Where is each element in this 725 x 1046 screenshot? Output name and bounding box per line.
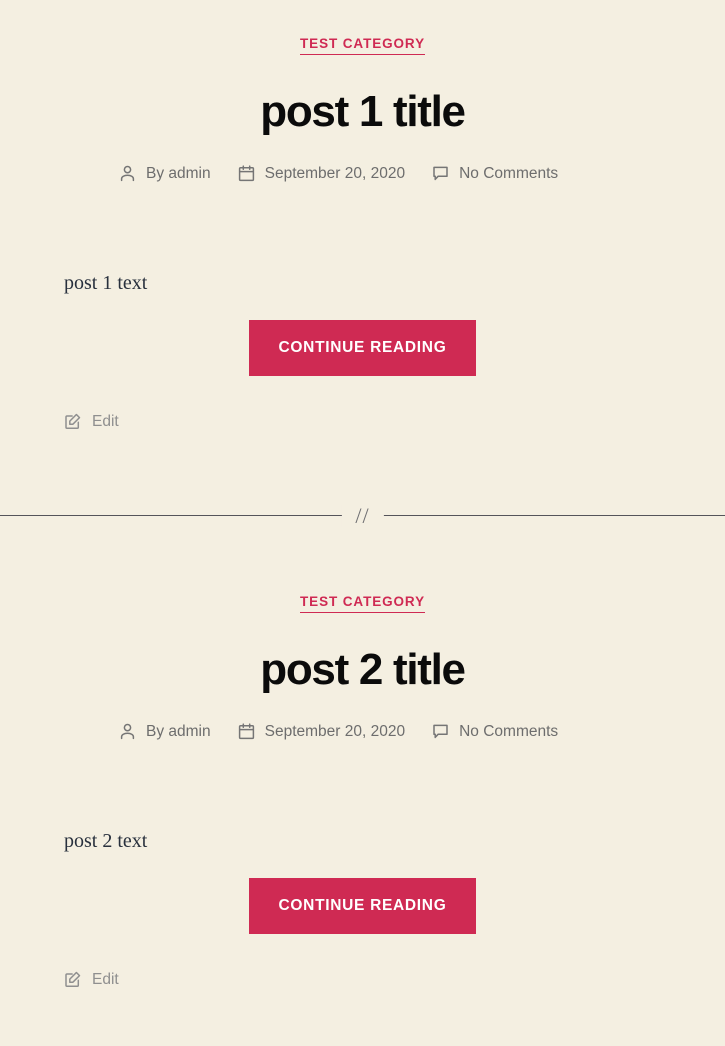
calendar-icon xyxy=(237,722,256,741)
edit-post-link[interactable]: Edit xyxy=(63,970,119,989)
person-icon xyxy=(118,722,137,741)
person-icon xyxy=(118,164,137,183)
post-title-link[interactable]: post 2 title xyxy=(260,645,466,694)
entry-content: post 1 text xyxy=(64,268,664,298)
continue-reading-wrap: Continue reading xyxy=(0,320,725,376)
edit-label[interactable]: Edit xyxy=(92,971,119,989)
post-author: By admin xyxy=(118,721,211,743)
entry-meta: By admin September 20, 2020 No Comments xyxy=(118,721,678,743)
author-label: By admin xyxy=(146,165,211,182)
separator-mark: // xyxy=(341,504,384,527)
entry-excerpt: post 1 text xyxy=(64,272,148,294)
category-links: Test Category xyxy=(0,594,725,613)
post-date: September 20, 2020 xyxy=(237,163,405,185)
comment-bubble-icon xyxy=(431,164,450,183)
page-title: post 2 title xyxy=(0,645,725,694)
post-comments: No Comments xyxy=(431,163,558,185)
entry-excerpt: post 2 text xyxy=(64,830,148,852)
continue-reading-button[interactable]: Continue reading xyxy=(248,320,477,376)
edit-post-link[interactable]: Edit xyxy=(63,412,119,431)
entry-content: post 2 text xyxy=(64,826,664,856)
continue-reading-button[interactable]: Continue reading xyxy=(248,878,477,934)
edit-label[interactable]: Edit xyxy=(92,413,119,431)
post-separator: // xyxy=(0,504,725,527)
edit-pencil-icon xyxy=(63,412,82,431)
post-date: September 20, 2020 xyxy=(237,721,405,743)
calendar-icon xyxy=(237,164,256,183)
blog-index-page: Test Category post 1 title By admin xyxy=(0,0,725,1046)
author-label: By admin xyxy=(146,723,211,740)
comments-link[interactable]: No Comments xyxy=(459,721,558,743)
entry-header: Test Category xyxy=(0,36,725,55)
entry-meta: By admin September 20, 2020 No Comments xyxy=(118,163,678,185)
post-comments: No Comments xyxy=(431,721,558,743)
category-link[interactable]: Test Category xyxy=(300,36,425,55)
category-links: Test Category xyxy=(0,36,725,55)
category-link[interactable]: Test Category xyxy=(300,594,425,613)
page-title: post 1 title xyxy=(0,87,725,136)
edit-pencil-icon xyxy=(63,970,82,989)
entry-header: Test Category xyxy=(0,594,725,613)
comment-bubble-icon xyxy=(431,722,450,741)
post-title-link[interactable]: post 1 title xyxy=(260,87,466,136)
continue-reading-wrap: Continue reading xyxy=(0,878,725,934)
date-label: September 20, 2020 xyxy=(264,723,406,740)
date-label: September 20, 2020 xyxy=(264,165,406,182)
post-author: By admin xyxy=(118,163,211,185)
comments-link[interactable]: No Comments xyxy=(459,163,558,185)
